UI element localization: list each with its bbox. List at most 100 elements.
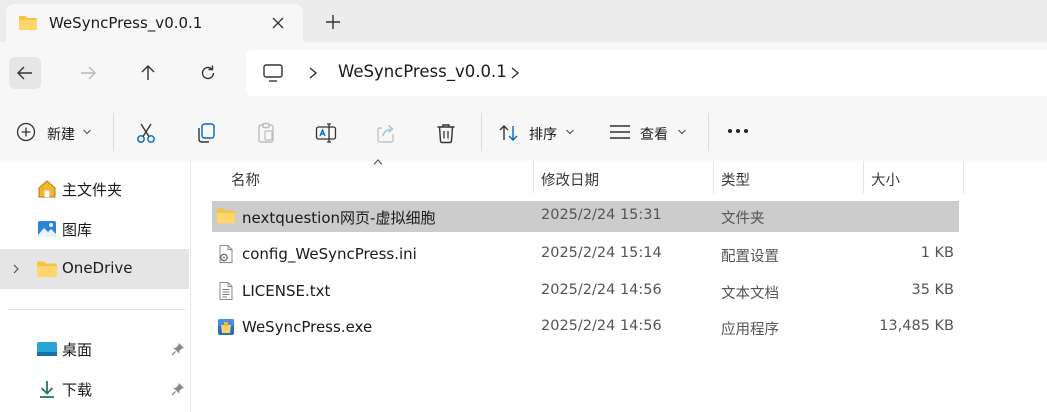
chevron-down-icon: [83, 129, 91, 135]
sort-icon: [499, 125, 518, 141]
separator: [481, 113, 482, 151]
arrow-up-icon: [141, 65, 155, 80]
file-modified: 2025/2/24 15:31: [541, 207, 662, 223]
folder-icon: [37, 261, 57, 277]
tab-active[interactable]: WeSyncPress_v0.0.1: [6, 4, 303, 42]
refresh-icon: [201, 65, 215, 80]
pin-icon[interactable]: [171, 382, 185, 396]
sort-label: 排序: [529, 127, 557, 143]
column-type[interactable]: 类型: [721, 169, 750, 190]
chevron-right-icon[interactable]: [508, 65, 522, 81]
view-button[interactable]: 查看: [600, 103, 696, 161]
separator: [708, 113, 709, 151]
new-tab-icon[interactable]: [322, 11, 344, 33]
share-icon: [377, 124, 394, 143]
nav-item-label: 主文件夹: [62, 181, 123, 199]
divider: [8, 309, 186, 310]
file-modified: 2025/2/24 14:56: [541, 318, 662, 334]
file-size: 13,485 KB: [879, 318, 954, 334]
file-name: LICENSE.txt: [242, 282, 331, 300]
folder-icon: [19, 16, 37, 30]
arrow-left-icon: [17, 66, 32, 80]
new-label: 新建: [47, 127, 75, 143]
file-row[interactable]: config_WeSyncPress.ini 2025/2/24 15:14 配…: [212, 239, 959, 270]
nav-item-label: 桌面: [62, 341, 93, 359]
navigation-bar: WeSyncPress_v0.0.1: [0, 42, 1047, 103]
address-bar[interactable]: WeSyncPress_v0.0.1: [246, 50, 1047, 96]
nav-item-downloads[interactable]: 下载: [0, 369, 189, 409]
separator: [113, 113, 114, 151]
column-divider[interactable]: [963, 161, 964, 194]
sort-button[interactable]: 排序: [492, 103, 588, 161]
nav-item-label: 图库: [62, 221, 93, 239]
nav-item-onedrive[interactable]: OneDrive: [0, 249, 189, 289]
file-modified: 2025/2/24 14:56: [541, 282, 662, 298]
file-modified: 2025/2/24 15:14: [541, 245, 662, 261]
pane-divider[interactable]: [190, 161, 191, 412]
column-size[interactable]: 大小: [871, 169, 900, 190]
file-type: 配置设置: [721, 249, 779, 265]
sort-ascending-icon: [373, 159, 383, 165]
close-icon[interactable]: [268, 13, 288, 33]
file-row[interactable]: LICENSE.txt 2025/2/24 14:56 文本文档 35 KB: [212, 276, 959, 307]
chevron-right-icon[interactable]: [306, 65, 320, 81]
plus-circle-icon: [16, 122, 36, 142]
rename-button[interactable]: [308, 103, 344, 161]
column-divider[interactable]: [713, 161, 714, 194]
navigation-pane: 主文件夹 图库 OneDrive 桌面 下载: [0, 161, 190, 412]
home-icon: [38, 180, 56, 198]
download-icon: [40, 381, 54, 398]
file-type: 文件夹: [721, 211, 765, 227]
nav-item-gallery[interactable]: 图库: [0, 209, 189, 249]
paste-icon: [258, 122, 274, 143]
computer-icon: [263, 64, 283, 82]
file-size: 35 KB: [911, 282, 954, 298]
delete-button[interactable]: [428, 103, 464, 161]
file-type: 文本文档: [721, 286, 779, 302]
delete-icon: [437, 124, 455, 144]
file-type: 应用程序: [721, 322, 779, 338]
folder-icon: [217, 208, 235, 224]
chevron-down-icon: [566, 129, 574, 135]
column-divider[interactable]: [863, 161, 864, 194]
nav-item-desktop[interactable]: 桌面: [0, 329, 189, 369]
pin-icon[interactable]: [171, 342, 185, 356]
share-button[interactable]: [368, 103, 404, 161]
breadcrumb[interactable]: WeSyncPress_v0.0.1: [338, 62, 507, 81]
chevron-down-icon: [678, 129, 686, 135]
copy-icon: [198, 123, 215, 143]
file-name: WeSyncPress.exe: [242, 318, 373, 336]
view-list-icon: [610, 125, 630, 139]
text-file-icon: [219, 282, 233, 300]
back-button[interactable]: [9, 57, 41, 89]
file-row[interactable]: WeSyncPress.exe 2025/2/24 14:56 应用程序 13,…: [212, 312, 959, 343]
gallery-icon: [38, 221, 56, 237]
tab-title: WeSyncPress_v0.0.1: [49, 14, 203, 32]
refresh-button[interactable]: [192, 57, 224, 89]
chevron-right-icon[interactable]: [10, 262, 22, 276]
nav-item-label: 下载: [62, 381, 93, 399]
forward-button[interactable]: [72, 57, 104, 89]
nav-item-home[interactable]: 主文件夹: [0, 169, 189, 209]
column-modified[interactable]: 修改日期: [541, 169, 599, 190]
nav-item-label: OneDrive: [62, 259, 133, 277]
more-icon: [728, 129, 748, 133]
more-button[interactable]: [720, 103, 756, 161]
file-name: nextquestion网页-虚拟细胞: [242, 209, 436, 227]
file-size: 1 KB: [920, 245, 954, 261]
cut-icon: [137, 123, 155, 143]
paste-button[interactable]: [248, 103, 284, 161]
command-bar: 新建 排序 查看: [0, 103, 1047, 161]
column-divider[interactable]: [533, 161, 534, 194]
exe-icon: [218, 319, 234, 335]
column-header: 名称 修改日期 类型 大小: [212, 159, 964, 194]
file-row[interactable]: nextquestion网页-虚拟细胞 2025/2/24 15:31 文件夹: [212, 201, 959, 232]
up-button[interactable]: [132, 57, 164, 89]
column-name[interactable]: 名称: [231, 169, 260, 190]
rename-icon: [315, 123, 337, 143]
cut-button[interactable]: [128, 103, 164, 161]
copy-button[interactable]: [188, 103, 224, 161]
arrow-right-icon: [81, 66, 96, 80]
settings-file-icon: [219, 245, 233, 263]
new-button[interactable]: 新建: [8, 103, 100, 161]
